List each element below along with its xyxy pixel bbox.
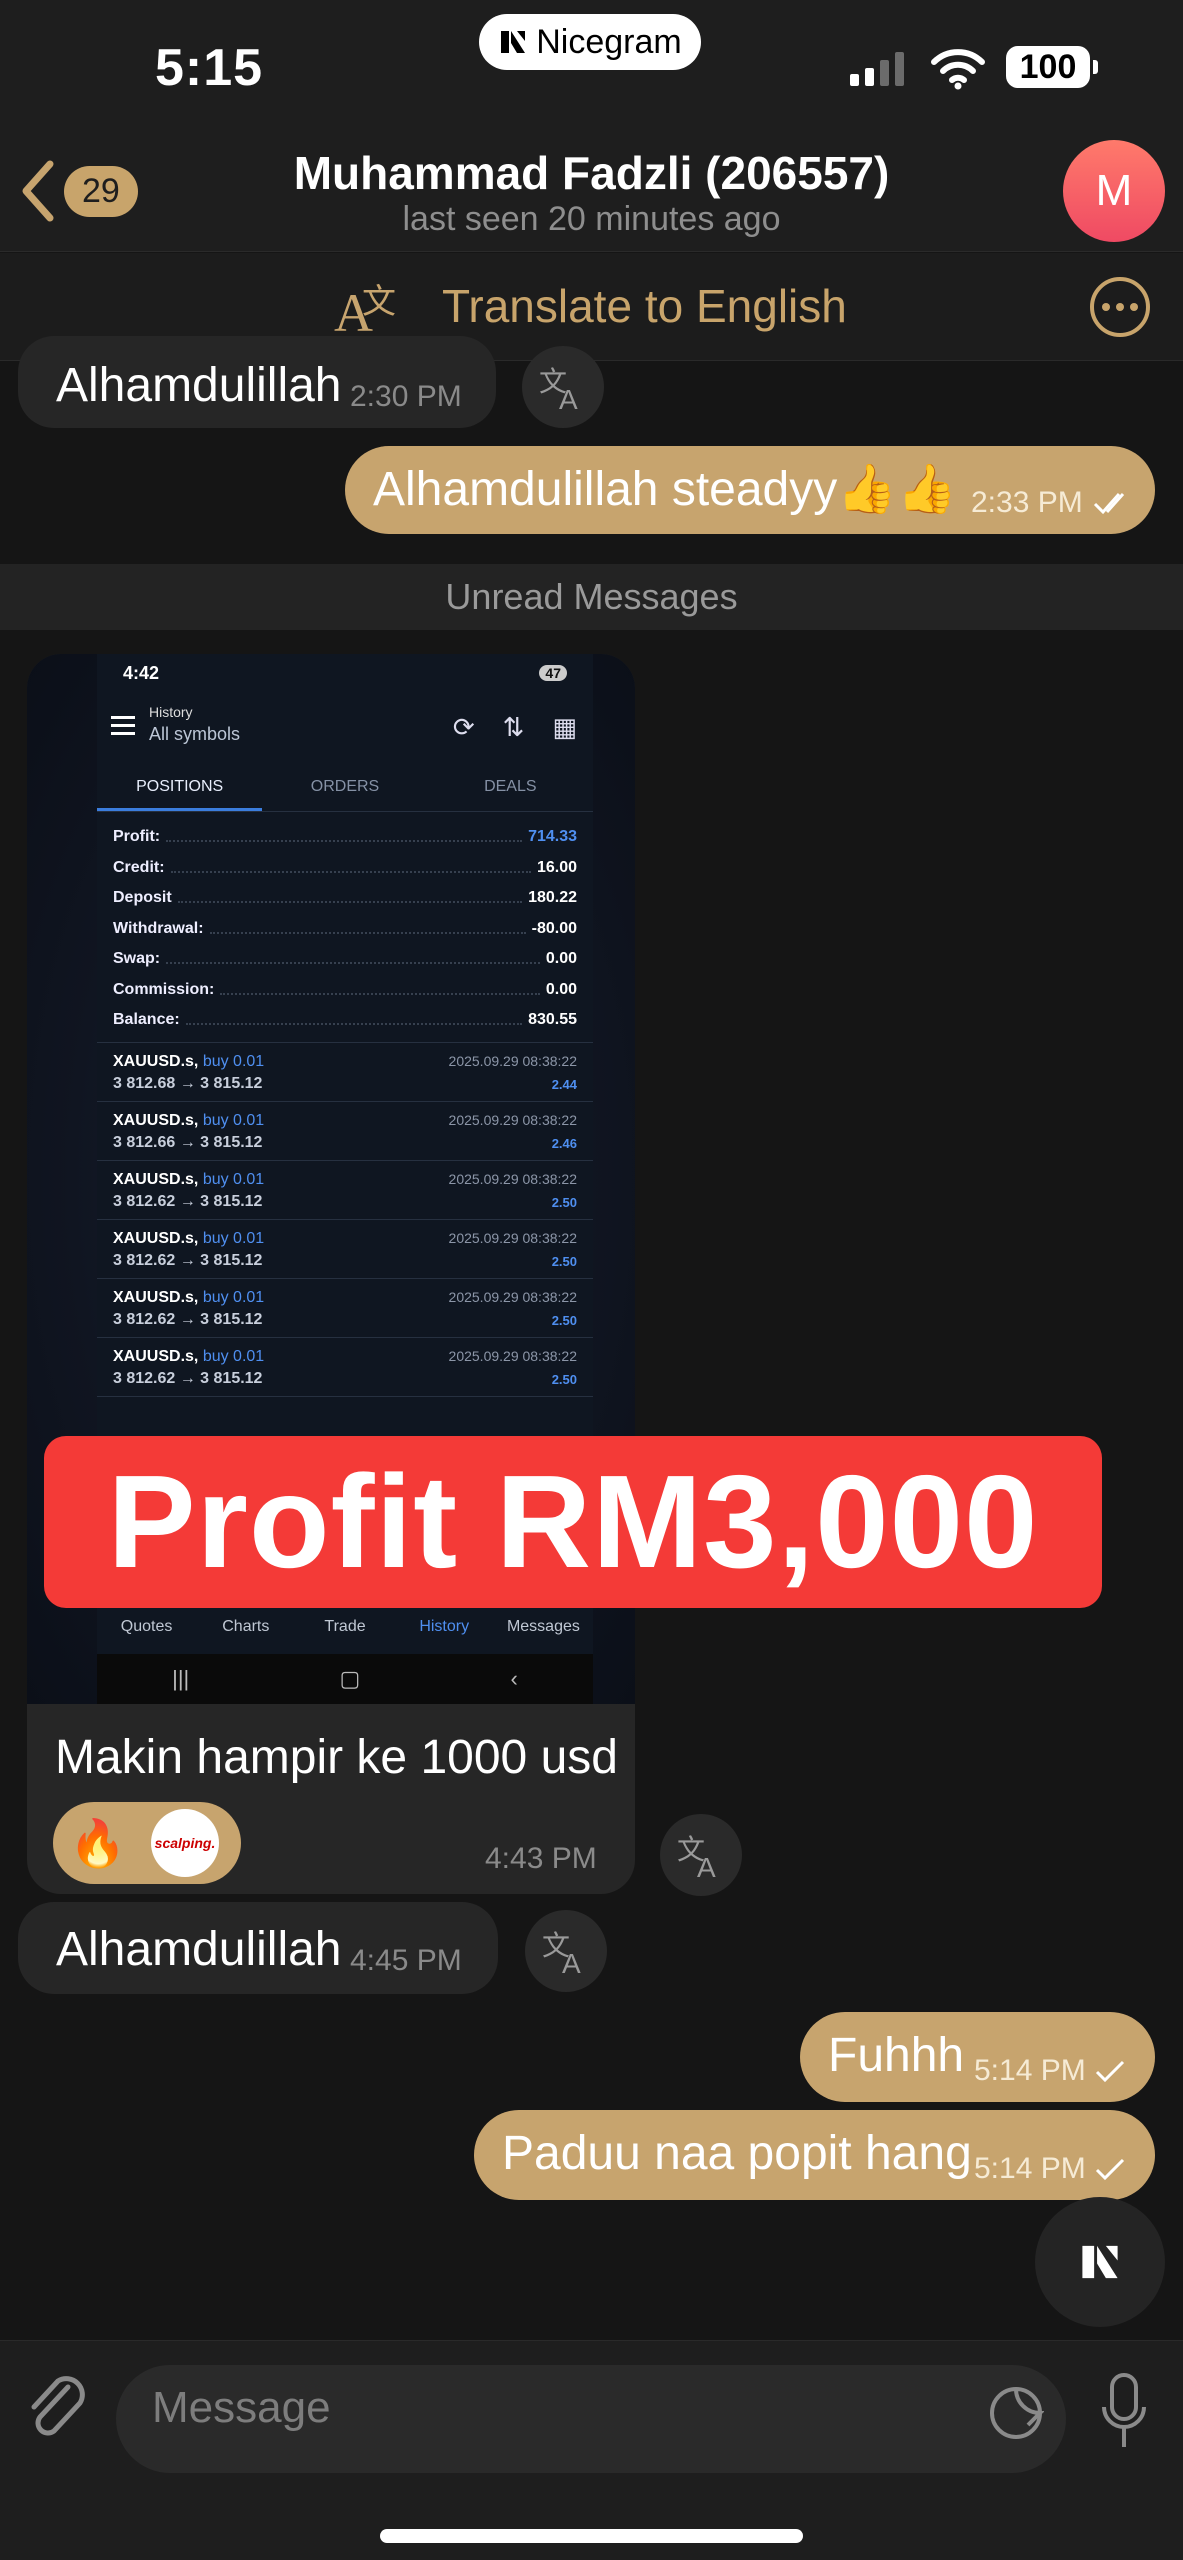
check-icon <box>1095 2158 1125 2181</box>
screenshot-tab: POSITIONS <box>97 762 263 811</box>
message-time: 2:33 PM <box>971 486 1083 519</box>
summary-row: Deposit 180.22 <box>113 889 577 907</box>
account-summary: Profit: 714.33 Credit: 16.00 Deposit 180.22… <box>97 812 593 1043</box>
screenshot-header-filter: All symbols <box>149 724 241 744</box>
message-time: 4:45 PM <box>350 1944 462 1977</box>
message-time: 5:14 PM <box>974 2054 1086 2087</box>
message-text: Fuhhh <box>828 2029 965 2082</box>
photo-message-bubble[interactable]: 4:42 47 History All symbols ⟳ ⇅ ▦ POSITI… <box>27 654 635 1894</box>
message-text: Makin hampir ke 1000 usd <box>55 1731 618 1784</box>
contact-avatar[interactable]: M <box>1063 140 1165 242</box>
summary-row: Profit: 714.33 <box>113 828 577 846</box>
svg-text:A: A <box>559 384 578 411</box>
double-check-icon <box>1093 493 1125 515</box>
deal-row: XAUUSD.s, buy 0.01 3 812.66 → 3 815.12 202… <box>97 1102 593 1161</box>
message-bubble-outgoing[interactable]: Paduu naa popit hang 5:14 PM <box>474 2110 1155 2200</box>
nicegram-logo-icon <box>1082 2245 1118 2279</box>
wifi-icon <box>931 49 985 90</box>
microphone-icon[interactable] <box>1098 2371 1150 2453</box>
profit-overlay-banner: Profit RM3,000 <box>44 1436 1102 1608</box>
message-input-placeholder: Message <box>152 2383 331 2432</box>
message-bubble-incoming[interactable]: Alhamdulillah 2:30 PM <box>18 336 496 428</box>
message-time: 4:43 PM <box>485 1842 597 1875</box>
screenshot-toolbar: ⟳ ⇅ ▦ <box>453 712 577 743</box>
summary-row: Credit: 16.00 <box>113 858 577 876</box>
nicegram-pill[interactable]: Nicegram <box>479 14 701 70</box>
summary-row: Balance: 830.55 <box>113 1011 577 1029</box>
message-text: Alhamdulillah steadyy👍👍 <box>373 463 957 516</box>
paperclip-icon[interactable] <box>24 2371 94 2449</box>
message-text: Alhamdulillah <box>56 1923 342 1976</box>
screenshot-system-nav: ||| ▢ ‹ <box>97 1654 593 1704</box>
summary-row: Swap: 0.00 <box>113 950 577 968</box>
battery-indicator: 100 <box>1006 46 1098 88</box>
check-icon <box>1095 2060 1125 2083</box>
deal-row: XAUUSD.s, buy 0.01 3 812.62 → 3 815.12 202… <box>97 1279 593 1338</box>
translate-message-button[interactable]: 文 A <box>660 1814 742 1896</box>
screenshot-status-bar: 4:42 47 <box>97 654 593 692</box>
translate-message-button[interactable]: 文 A <box>522 346 604 428</box>
message-time: 5:14 PM <box>974 2152 1086 2185</box>
deal-row: XAUUSD.s, buy 0.01 3 812.62 → 3 815.12 202… <box>97 1161 593 1220</box>
more-dot-icon <box>1102 303 1110 311</box>
more-dot-icon <box>1116 303 1124 311</box>
status-time: 5:15 <box>155 39 264 97</box>
screenshot-header: History All symbols ⟳ ⇅ ▦ <box>97 692 593 762</box>
more-dot-icon <box>1130 303 1138 311</box>
message-time: 2:30 PM <box>350 380 462 413</box>
calendar-icon: ▦ <box>552 712 577 742</box>
sort-icon: ⇅ <box>502 712 525 742</box>
message-text: Paduu naa popit hang <box>502 2127 972 2180</box>
sticker-icon[interactable] <box>988 2385 1044 2441</box>
translate-icon: 文 A <box>539 365 578 411</box>
hamburger-menu-icon <box>111 716 135 735</box>
unread-messages-divider: Unread Messages <box>0 564 1183 630</box>
translate-icon: 文 A <box>677 1833 716 1879</box>
nicegram-logo-icon <box>501 31 526 53</box>
message-bubble-outgoing[interactable]: Alhamdulillah steadyy👍👍 2:33 PM <box>345 446 1155 534</box>
chat-subtitle: last seen 20 minutes ago <box>402 200 781 238</box>
screenshot-tab: DEALS <box>484 778 537 795</box>
composer-bar: Message <box>0 2340 1183 2560</box>
deal-row: XAUUSD.s, buy 0.01 3 812.68 → 3 815.12 202… <box>97 1043 593 1102</box>
translate-label[interactable]: Translate to English <box>442 279 847 333</box>
message-bubble-outgoing[interactable]: Fuhhh 5:14 PM <box>800 2012 1155 2102</box>
message-text: Alhamdulillah <box>56 359 342 412</box>
message-bubble-incoming[interactable]: Alhamdulillah 4:45 PM <box>18 1902 498 1994</box>
svg-text:A: A <box>697 1852 716 1879</box>
chat-title[interactable]: Muhammad Fadzli (206557) <box>0 146 1183 200</box>
reaction-pill[interactable]: 🔥 scalping. <box>53 1802 241 1884</box>
svg-text:A: A <box>562 1948 581 1975</box>
deal-row: XAUUSD.s, buy 0.01 3 812.62 → 3 815.12 202… <box>97 1338 593 1397</box>
deal-row: XAUUSD.s, buy 0.01 3 812.62 → 3 815.12 202… <box>97 1220 593 1279</box>
cellular-signal-icon <box>850 52 904 86</box>
home-icon: ▢ <box>339 1666 361 1691</box>
screenshot-header-title: History <box>149 704 193 720</box>
translate-icon: A 文 <box>334 282 396 341</box>
recent-apps-icon: ||| <box>172 1666 190 1691</box>
screenshot-tab: ORDERS <box>310 778 380 795</box>
back-icon: ‹ <box>510 1666 518 1691</box>
chat-header: 29 Muhammad Fadzli (206557) last seen 20… <box>0 140 1183 252</box>
screenshot-tabs: POSITIONS ORDERS DEALS <box>97 762 593 812</box>
screenshot-battery: 47 <box>539 665 567 681</box>
svg-text:文: 文 <box>362 282 396 322</box>
refresh-icon: ⟳ <box>452 712 475 742</box>
summary-row: Commission: 0.00 <box>113 980 577 998</box>
home-indicator <box>380 2529 803 2543</box>
screenshot-time: 4:42 <box>123 662 160 683</box>
app-name: Nicegram <box>536 22 682 61</box>
fire-emoji-icon: 🔥 <box>69 1817 127 1869</box>
status-bar: 5:15 Nicegram 100 <box>0 0 1183 140</box>
summary-row: Withdrawal: -80.00 <box>113 919 577 937</box>
reactor-avatar: scalping. <box>151 1809 219 1877</box>
more-options-button[interactable] <box>1090 277 1150 337</box>
translate-icon: 文 A <box>542 1929 581 1975</box>
translate-message-button[interactable]: 文 A <box>525 1910 607 1992</box>
nicegram-floating-button[interactable] <box>1035 2197 1165 2327</box>
